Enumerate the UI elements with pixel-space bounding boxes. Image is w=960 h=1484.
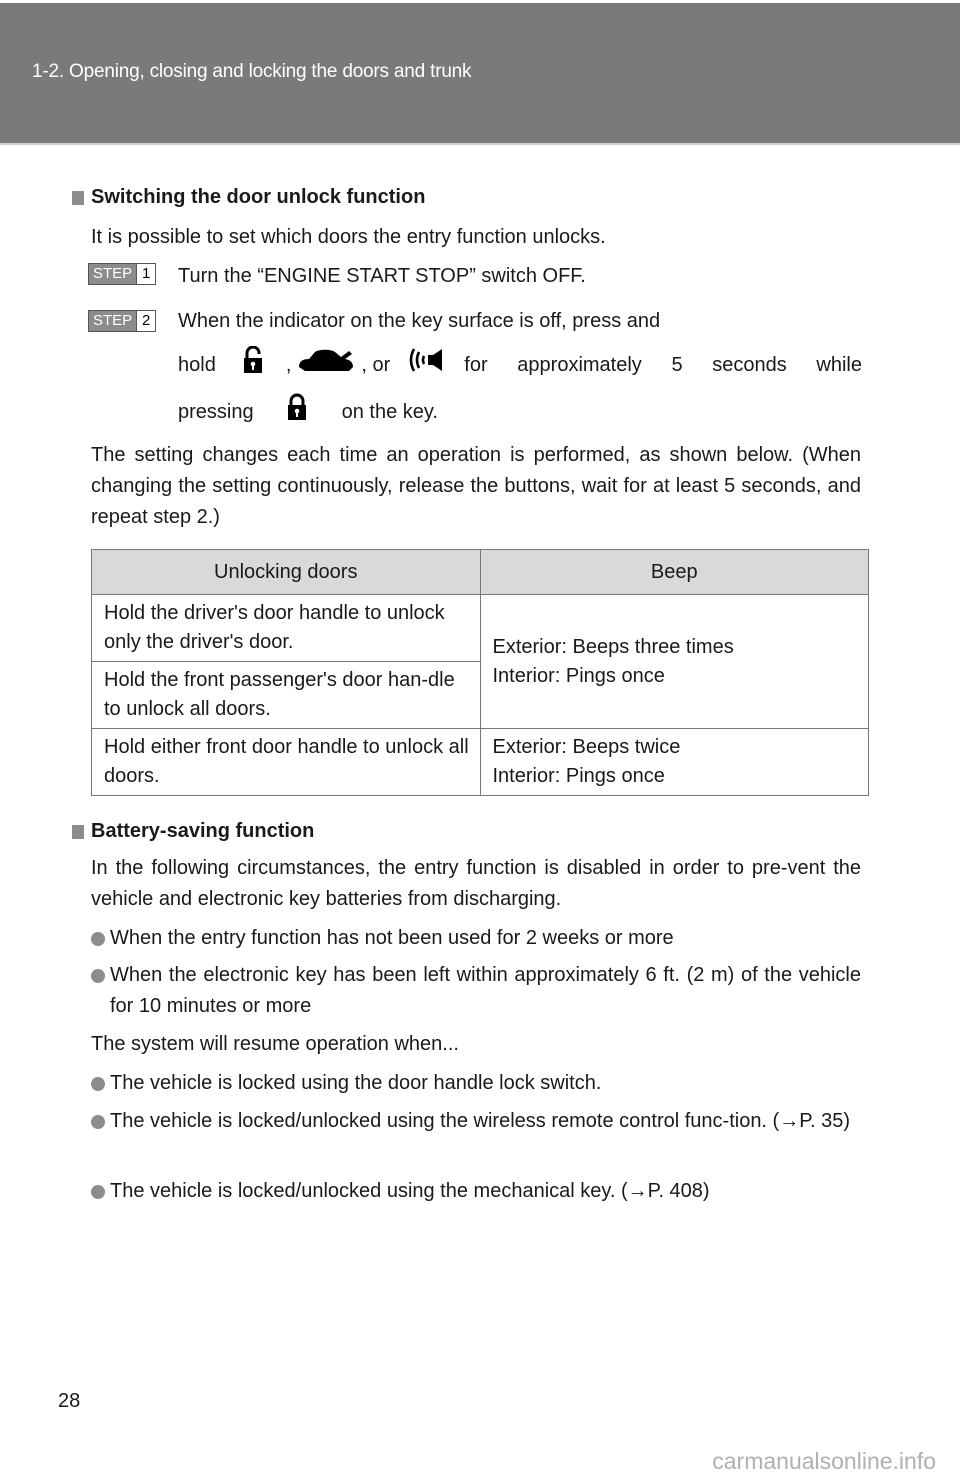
section-title-battery-saving: Battery-saving function [91, 820, 315, 842]
table-header-row: Unlocking doors Beep [91, 549, 869, 595]
list-item: When the entry function has not been use… [91, 923, 861, 954]
table-cell-unlock: Hold the driver's door handle to unlock … [91, 594, 481, 662]
step-1-text: Turn the “ENGINE START STOP” switch OFF. [178, 265, 586, 287]
table-row: Hold either front door handle to unlock … [91, 728, 869, 796]
unlock-icon [242, 345, 264, 384]
lock-icon [286, 393, 308, 431]
section-title-door-unlock: Switching the door unlock function [91, 186, 426, 208]
table-header-beep: Beep [479, 549, 869, 595]
table-cell-unlock: Hold the front passenger's door han-dle … [91, 661, 481, 729]
trunk-icon [297, 347, 355, 383]
unlock-settings-table: Unlocking doors Beep Hold the driver's d… [91, 549, 869, 796]
step-badge-1: STEP 1 [88, 263, 157, 285]
step-2-line2: hold , , or for approximately 5 seconds … [178, 345, 862, 384]
list-item: When the electronic key has been left wi… [91, 960, 861, 1022]
bullet-icon [91, 1077, 105, 1091]
setting-note: The setting changes each time an operati… [91, 444, 861, 528]
page-number: 28 [58, 1390, 81, 1412]
step-badge-2: STEP 2 [88, 310, 157, 332]
list-item: The vehicle is locked/unlocked using the… [91, 1176, 861, 1207]
watermark: carmanualsonline.info [712, 1448, 936, 1474]
chapter-title: 1-2. Opening, closing and locking the do… [32, 61, 472, 82]
header-divider [0, 143, 960, 145]
list-item: The vehicle is locked using the door han… [91, 1068, 861, 1099]
panic-alarm-icon [408, 347, 446, 383]
resume-text: The system will resume operation when... [91, 1033, 459, 1055]
table-cell-beep: Exterior: Beeps twice Interior: Pings on… [479, 728, 869, 796]
battery-intro: In the following circumstances, the entr… [91, 857, 861, 910]
table-header-unlocking-doors: Unlocking doors [91, 549, 481, 595]
bullet-icon [91, 969, 105, 983]
section-marker-icon [72, 825, 84, 839]
section-intro: It is possible to set which doors the en… [91, 226, 606, 248]
bullet-icon [91, 1185, 105, 1199]
step-2-line3: pressing on the key. [178, 393, 862, 431]
section-marker-icon [72, 191, 84, 205]
table-cell-beep: Exterior: Beeps three times Interior: Pi… [479, 594, 869, 729]
table-row: Hold the driver's door handle to unlock … [91, 594, 869, 729]
step-2-line1: When the indicator on the key surface is… [178, 310, 661, 332]
list-item: The vehicle is locked/unlocked using the… [91, 1106, 861, 1137]
bullet-icon [91, 1115, 105, 1129]
chapter-header: 1-2. Opening, closing and locking the do… [0, 3, 960, 143]
table-cell-unlock: Hold either front door handle to unlock … [91, 728, 481, 796]
bullet-icon [91, 932, 105, 946]
